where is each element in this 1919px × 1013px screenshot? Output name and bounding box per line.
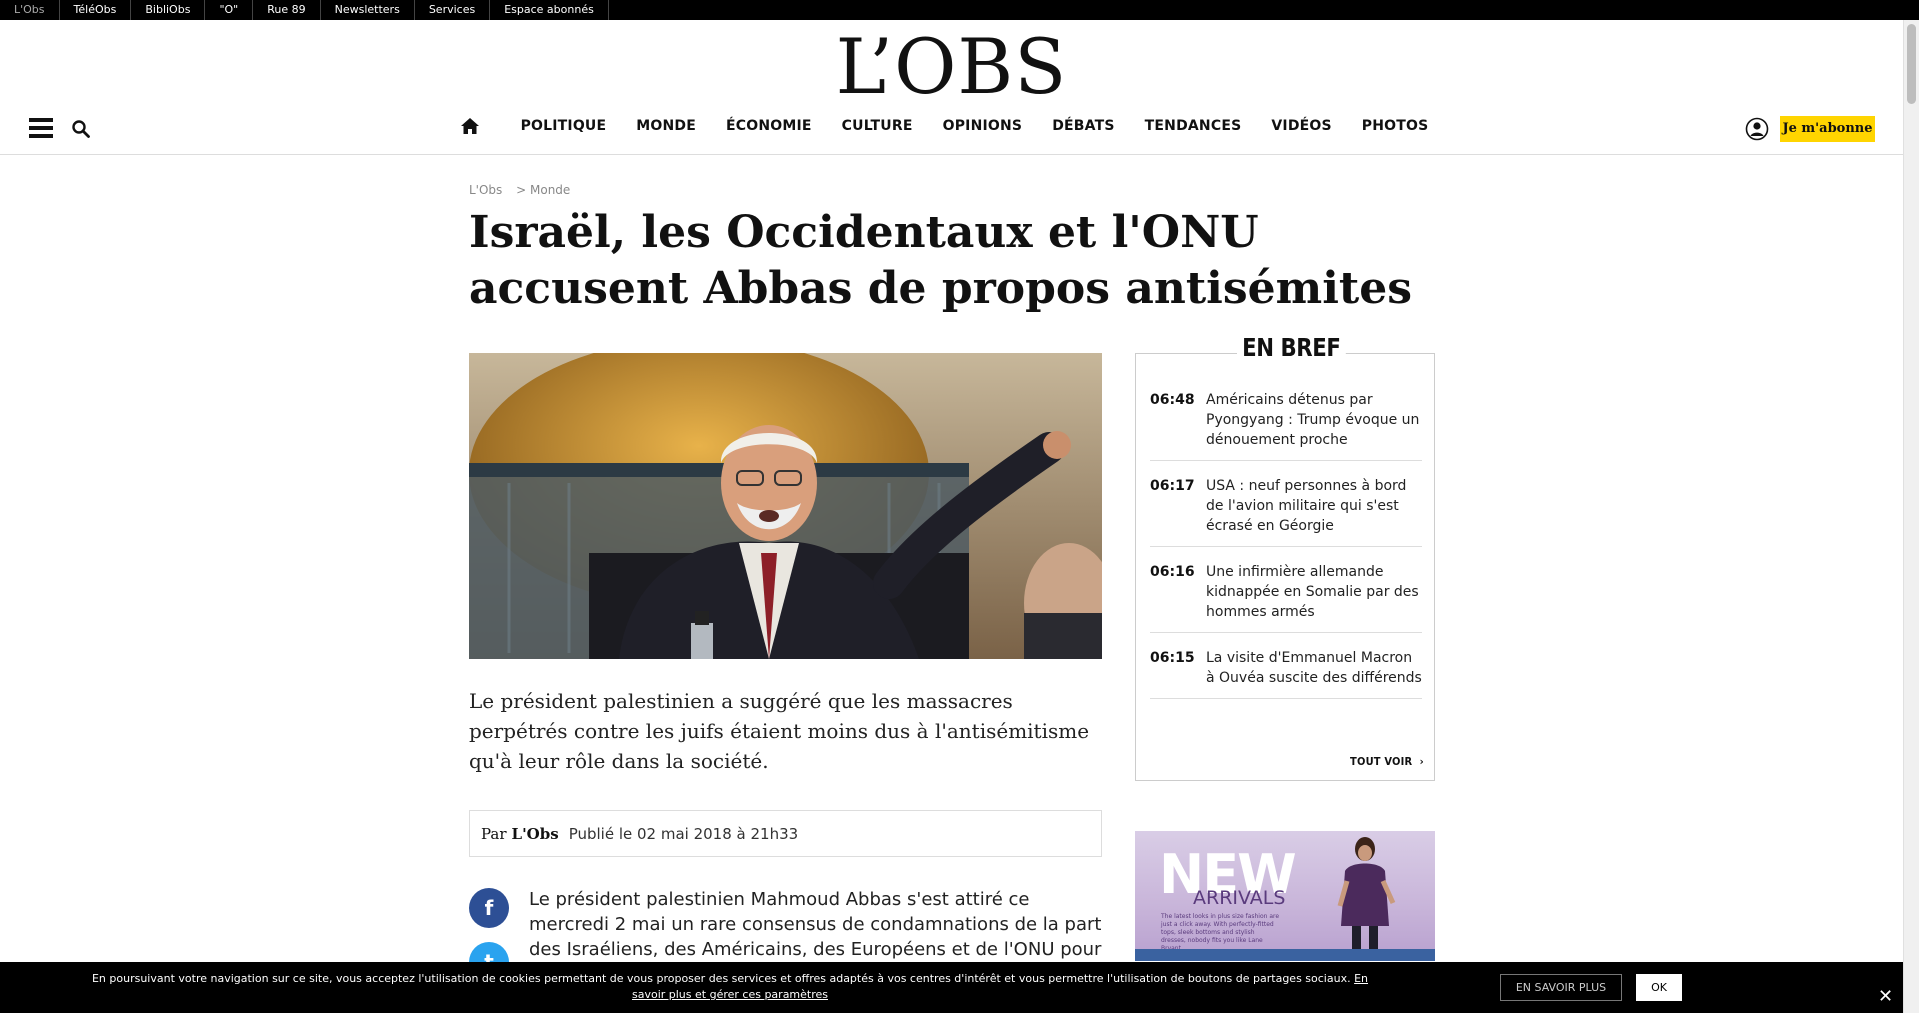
bref-time: 06:17 bbox=[1150, 478, 1195, 494]
ad-subline: ARRIVALS bbox=[1193, 887, 1286, 909]
nav-politique[interactable]: POLITIQUE bbox=[521, 118, 607, 134]
topbar-link-lobs[interactable]: L'Obs bbox=[0, 0, 60, 20]
bref-item[interactable]: 06:17 USA : neuf personnes à bord de l'a… bbox=[1150, 476, 1422, 547]
byline-author[interactable]: L'Obs bbox=[512, 825, 559, 843]
topbar-link-o[interactable]: "O" bbox=[205, 0, 254, 20]
article-lead: Le président palestinien a suggéré que l… bbox=[469, 689, 1090, 773]
publish-date: Publié le 02 mai 2018 à 21h33 bbox=[568, 824, 799, 843]
topbar-link-teleobs[interactable]: TéléObs bbox=[60, 0, 132, 20]
advertisement[interactable]: NEW ARRIVALS The latest looks in plus si… bbox=[1135, 831, 1435, 961]
nav-monde[interactable]: MONDE bbox=[636, 118, 696, 134]
main-nav: POLITIQUE MONDE ÉCONOMIE CULTURE OPINION… bbox=[0, 116, 1903, 136]
bref-text[interactable]: USA : neuf personnes à bord de l'avion m… bbox=[1206, 476, 1422, 536]
bref-item[interactable]: 06:15 La visite d'Emmanuel Macron à Ouvé… bbox=[1150, 648, 1422, 699]
bref-item[interactable]: 06:48 Américains détenus par Pyongyang :… bbox=[1150, 390, 1422, 461]
nav-videos[interactable]: VIDÉOS bbox=[1271, 118, 1331, 134]
user-account-icon[interactable] bbox=[1745, 117, 1769, 141]
breadcrumb: L'Obs > Monde bbox=[469, 183, 570, 197]
bref-time: 06:16 bbox=[1150, 564, 1195, 580]
facebook-glyph: f bbox=[484, 896, 494, 920]
breadcrumb-home[interactable]: L'Obs bbox=[469, 183, 502, 197]
article-body: Le président palestinien Mahmoud Abbas s… bbox=[529, 889, 1102, 960]
scrollbar-thumb[interactable] bbox=[1907, 24, 1916, 104]
nav-economie[interactable]: ÉCONOMIE bbox=[726, 118, 812, 134]
nav-debats[interactable]: DÉBATS bbox=[1052, 118, 1114, 134]
topbar-link-rue89[interactable]: Rue 89 bbox=[253, 0, 321, 20]
nav-culture[interactable]: CULTURE bbox=[842, 118, 913, 134]
breadcrumb-section[interactable]: > Monde bbox=[516, 183, 570, 197]
en-bref-title: EN BREF bbox=[1237, 333, 1346, 362]
byline-prefix: Par bbox=[481, 824, 507, 843]
cookie-banner: En poursuivant votre navigation sur ce s… bbox=[0, 962, 1903, 1013]
bref-text[interactable]: Américains détenus par Pyongyang : Trump… bbox=[1206, 390, 1422, 450]
close-icon[interactable]: ✕ bbox=[1878, 986, 1893, 1007]
facebook-share-icon[interactable]: f bbox=[469, 888, 509, 928]
ad-band bbox=[1135, 949, 1435, 961]
topbar-link-espace-abonnes[interactable]: Espace abonnés bbox=[490, 0, 609, 20]
cookie-message: En poursuivant votre navigation sur ce s… bbox=[91, 972, 1351, 985]
header-divider bbox=[0, 154, 1903, 155]
cookie-message-block: En poursuivant votre navigation sur ce s… bbox=[80, 971, 1380, 1003]
nav-tendances[interactable]: TENDANCES bbox=[1145, 118, 1242, 134]
top-network-bar: L'Obs TéléObs BibliObs "O" Rue 89 Newsle… bbox=[0, 0, 1919, 20]
article-byline: Par L'Obs Publié le 02 mai 2018 à 21h33 bbox=[469, 810, 1102, 857]
site-logo[interactable]: L’OBS bbox=[0, 22, 1903, 111]
topbar-link-newsletters[interactable]: Newsletters bbox=[321, 0, 415, 20]
chevron-right-icon: › bbox=[1416, 755, 1424, 768]
accept-cookies-button[interactable]: OK bbox=[1636, 974, 1682, 1001]
learn-more-button[interactable]: EN SAVOIR PLUS bbox=[1500, 974, 1622, 1001]
page-scrollbar[interactable] bbox=[1903, 20, 1919, 1013]
ad-copy: The latest looks in plus size fashion ar… bbox=[1161, 913, 1280, 952]
bref-text[interactable]: La visite d'Emmanuel Macron à Ouvéa susc… bbox=[1206, 648, 1422, 688]
bref-time: 06:48 bbox=[1150, 392, 1195, 408]
nav-photos[interactable]: PHOTOS bbox=[1362, 118, 1429, 134]
article-title: Israël, les Occidentaux et l'ONU accusen… bbox=[469, 207, 1412, 314]
bref-see-all-link[interactable]: TOUT VOIR › bbox=[1350, 755, 1424, 768]
article-hero-image bbox=[469, 353, 1102, 659]
topbar-link-services[interactable]: Services bbox=[415, 0, 491, 20]
ad-model-image bbox=[1337, 837, 1396, 951]
bref-time: 06:15 bbox=[1150, 650, 1195, 666]
nav-opinions[interactable]: OPINIONS bbox=[943, 118, 1023, 134]
bref-item[interactable]: 06:16 Une infirmière allemande kidnappée… bbox=[1150, 562, 1422, 633]
topbar-link-bibliobs[interactable]: BibliObs bbox=[131, 0, 206, 20]
bref-text[interactable]: Une infirmière allemande kidnappée en So… bbox=[1206, 562, 1422, 622]
bref-see-all-label: TOUT VOIR bbox=[1350, 755, 1413, 768]
subscribe-button[interactable]: Je m'abonne bbox=[1780, 116, 1875, 142]
home-icon[interactable] bbox=[460, 116, 480, 136]
